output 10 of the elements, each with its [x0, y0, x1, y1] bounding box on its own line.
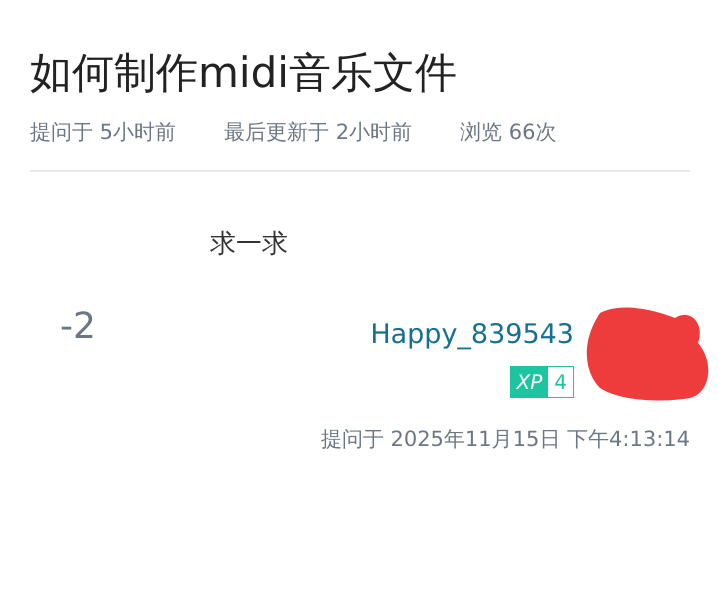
question-meta: 最后更新于 2小时前 — [224, 119, 412, 146]
vote-count: -2 — [59, 306, 97, 350]
question-title: 如何制作midi音乐文件 — [30, 50, 458, 96]
xp-level: 4 — [553, 369, 568, 396]
xp-label: XP — [510, 367, 548, 398]
answer-text: 求一求 — [210, 228, 289, 262]
answer-date: 提问于 2025年11月15日 下午4:13:14 — [320, 426, 690, 454]
question-meta: 浏览 66次 — [460, 119, 556, 146]
question-meta: 提问于 5小时前 — [30, 119, 176, 146]
author-link[interactable]: Happy_839543 — [370, 319, 574, 350]
